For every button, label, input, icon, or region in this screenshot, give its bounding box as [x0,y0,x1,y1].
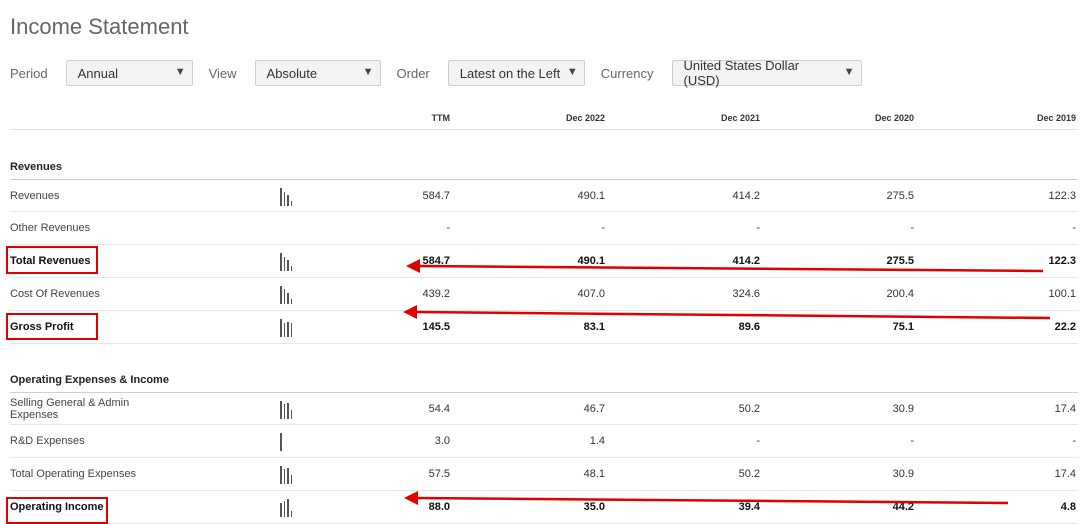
row-label: Other Revenues [10,222,91,234]
table-cell: 275.5 [886,190,914,202]
table-cell: 122.3 [1048,190,1076,202]
table-cell: 3.0 [434,435,450,447]
table-row: Cost Of Revenues 439.2 407.0 324.6 200.4 100.… [10,278,1078,311]
chevron-down-icon: ▼ [174,66,186,78]
column-header-dec-2021: Dec 2021 [720,113,760,123]
highlight-box-operating-income [6,497,108,524]
chevron-down-icon: ▼ [566,66,578,78]
table-cell: - [601,222,605,234]
order-select-value: Latest on the Left [459,65,561,81]
table-cell: 145.5 [422,321,450,333]
table-cell: 17.4 [1054,403,1076,415]
table-cell: 122.3 [1048,255,1076,267]
table-cell: 88.0 [428,501,450,513]
column-header-dec-2022: Dec 2022 [565,113,605,123]
row-label: Total Operating Expenses [10,468,136,480]
table-cell: 584.7 [422,190,450,202]
order-select[interactable]: Latest on the Left ▼ [447,60,585,86]
table-cell: 75.1 [892,321,914,333]
period-select-value: Annual [77,65,119,81]
table-row: Other Revenues - - - - - [10,212,1078,245]
table-row: Gross Profit 145.5 83.1 89.6 75.1 22.2 [10,311,1078,344]
column-header-ttm: TTM [431,113,451,123]
table-cell: - [910,222,914,234]
table-row: R&D Expenses 3.0 1.4 - - - [10,425,1078,458]
table-header: TTM Dec 2022 Dec 2021 Dec 2020 Dec 2019 [10,104,1078,130]
table-cell: 100.1 [1048,288,1076,300]
section-title-operating-expenses: Operating Expenses & Income [10,374,169,386]
table-cell: 1.4 [589,435,605,447]
table-cell: 407.0 [577,288,605,300]
table-cell: 44.2 [892,501,914,513]
table-row: Operating Income 88.0 35.0 39.4 44.2 4.8 [10,491,1078,524]
table-row: Total Operating Expenses 57.5 48.1 50.2 30.9… [10,458,1078,491]
bar-chart-icon[interactable] [280,433,296,451]
section-title-revenues: Revenues [10,161,62,173]
column-header-dec-2019: Dec 2019 [1036,113,1076,123]
table-cell: - [446,222,450,234]
table-cell: 324.6 [732,288,760,300]
table-cell: 414.2 [732,190,760,202]
chevron-down-icon: ▼ [362,66,374,78]
table-cell: 584.7 [422,255,450,267]
table-cell: - [756,435,760,447]
table-cell: 439.2 [422,288,450,300]
table-row: Revenues 584.7 490.1 414.2 275.5 122.3 [10,179,1078,212]
table-cell: - [756,222,760,234]
table-cell: - [1072,222,1076,234]
order-label: Order [396,65,430,81]
table-cell: 17.4 [1054,468,1076,480]
table-cell: 275.5 [886,255,914,267]
bar-chart-icon[interactable] [280,401,296,419]
highlight-box-total-revenues [6,246,98,274]
currency-select[interactable]: United States Dollar (USD) ▼ [671,58,862,88]
table-cell: 89.6 [738,321,760,333]
table-cell: 490.1 [577,255,605,267]
row-label: Selling General & Admin Expenses [10,397,130,421]
table-cell: 54.4 [428,403,450,415]
row-label: R&D Expenses [10,435,85,447]
table-row: Selling General & Admin Expenses 54.4 46.7… [10,392,1078,425]
highlight-box-gross-profit [6,313,98,340]
currency-select-value: United States Dollar (USD) [683,58,800,88]
view-select[interactable]: Absolute ▼ [254,60,381,86]
table-cell: 50.2 [738,468,760,480]
row-label: Cost Of Revenues [10,288,100,300]
table-cell: 39.4 [738,501,760,513]
table-cell: 200.4 [886,288,914,300]
table-cell: 30.9 [892,468,914,480]
table-cell: 414.2 [732,255,760,267]
table-cell: 50.2 [738,403,760,415]
table-cell: 46.7 [583,403,605,415]
view-label: View [208,65,237,81]
period-select[interactable]: Annual ▼ [65,60,193,86]
bar-chart-icon[interactable] [280,253,296,271]
period-label: Period [10,65,48,81]
chevron-down-icon: ▼ [843,66,855,78]
table-cell: 35.0 [583,501,605,513]
bar-chart-icon[interactable] [280,466,296,484]
table-cell: 22.2 [1054,321,1076,333]
filter-controls: Period Annual ▼ View Absolute ▼ Order La… [10,58,878,88]
table-cell: 4.8 [1060,501,1076,513]
bar-chart-icon[interactable] [280,319,296,337]
column-header-dec-2020: Dec 2020 [874,113,914,123]
table-cell: 57.5 [428,468,450,480]
view-select-value: Absolute [266,65,318,81]
bar-chart-icon[interactable] [280,499,296,517]
table-cell: - [910,435,914,447]
table-cell: 30.9 [892,403,914,415]
bar-chart-icon[interactable] [280,286,296,304]
currency-label: Currency [600,65,654,81]
income-statement-table: TTM Dec 2022 Dec 2021 Dec 2020 Dec 2019 … [10,104,1078,524]
table-cell: 490.1 [577,190,605,202]
table-cell: - [1072,435,1076,447]
bar-chart-icon[interactable] [280,188,296,206]
table-cell: 83.1 [583,321,605,333]
table-cell: 48.1 [583,468,605,480]
page-title: Income Statement [10,14,189,39]
table-row: Total Revenues 584.7 490.1 414.2 275.5 122.3 [10,245,1078,278]
row-label: Revenues [10,190,60,202]
